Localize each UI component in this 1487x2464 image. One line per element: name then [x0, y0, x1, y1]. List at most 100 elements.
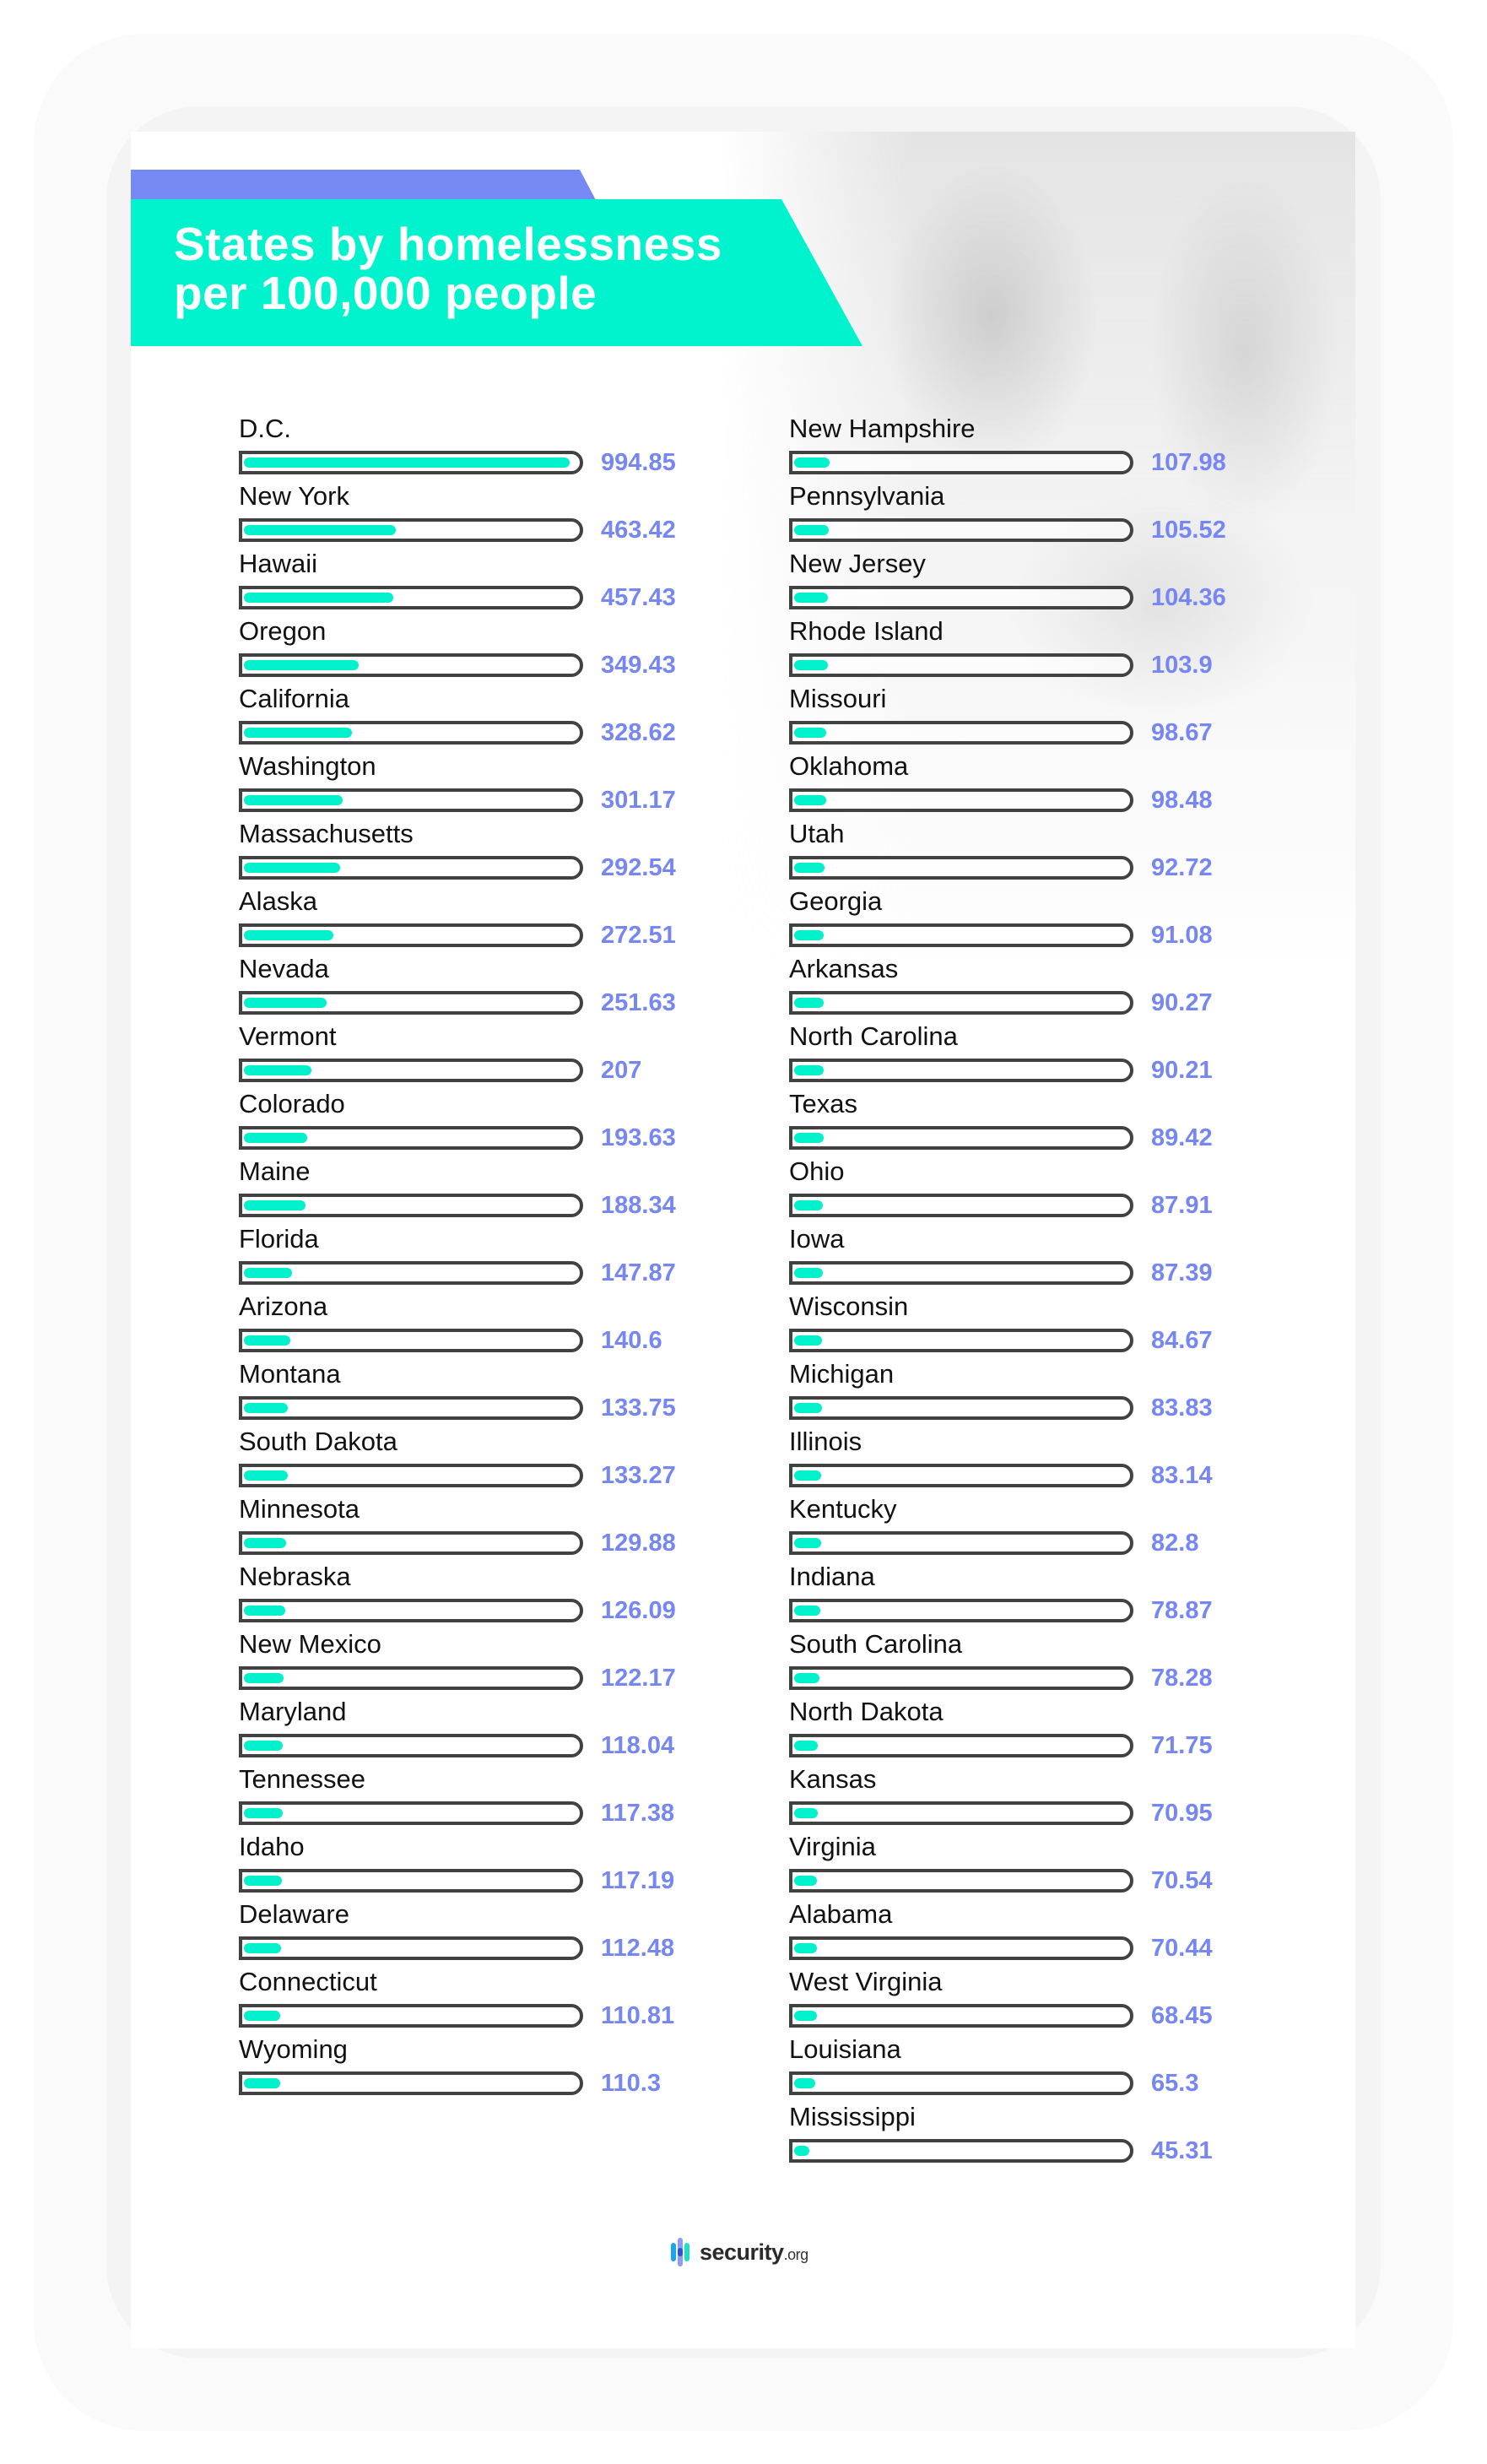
bar-row: Maryland 118.04	[239, 1697, 711, 1761]
bar-track	[239, 856, 583, 880]
bar-value-label: 92.72	[1151, 854, 1213, 881]
bar-track	[239, 1599, 583, 1622]
bar-value-label: 133.75	[601, 1394, 676, 1422]
bar-value-label: 89.42	[1151, 1124, 1213, 1151]
bar-fill	[794, 1943, 817, 1953]
bar-value-label: 71.75	[1151, 1732, 1213, 1759]
bar-value-label: 110.3	[601, 2070, 661, 2097]
bar-row: Vermont 207	[239, 1021, 711, 1086]
bar-row: North Dakota 71.75	[789, 1697, 1262, 1761]
bar-fill	[794, 660, 828, 670]
bar-row: South Carolina 78.28	[789, 1629, 1262, 1693]
bar-fill	[244, 1268, 292, 1278]
bar-row: Alaska 272.51	[239, 886, 711, 950]
bar-track	[239, 1329, 583, 1352]
bar-label: Pennsylvania	[789, 481, 945, 511]
bar-row: Tennessee 117.38	[239, 1764, 711, 1828]
bar-track	[239, 923, 583, 947]
bar-label: California	[239, 684, 349, 713]
bar-track	[239, 1464, 583, 1487]
bar-row: Alabama 70.44	[789, 1899, 1262, 1963]
bar-label: Kentucky	[789, 1494, 897, 1524]
accent-band	[131, 170, 596, 200]
bar-value-label: 117.38	[601, 1800, 675, 1827]
bar-track	[239, 653, 583, 677]
bar-value-label: 272.51	[601, 922, 676, 949]
bar-track	[789, 1329, 1133, 1352]
bar-label: Arkansas	[789, 954, 899, 983]
bar-label: Alaska	[239, 886, 318, 916]
bar-label: Utah	[789, 819, 845, 848]
bar-track	[789, 991, 1133, 1015]
bar-fill	[794, 1808, 818, 1818]
bar-row: Connecticut 110.81	[239, 1967, 711, 2031]
bar-fill	[244, 1403, 288, 1413]
bar-fill	[244, 930, 333, 940]
bar-fill	[794, 458, 830, 468]
bar-value-label: 188.34	[601, 1192, 676, 1219]
bar-fill	[794, 1606, 820, 1616]
bar-label: West Virginia	[789, 1967, 943, 1996]
bar-track	[239, 788, 583, 812]
bar-fill	[794, 1470, 821, 1481]
bar-row: Texas 89.42	[789, 1089, 1262, 1153]
bar-value-label: 45.31	[1151, 2137, 1213, 2164]
bar-track	[789, 1869, 1133, 1893]
bar-fill	[244, 1133, 307, 1143]
bar-fill	[244, 1335, 290, 1346]
bar-fill	[794, 593, 828, 603]
bar-label: Illinois	[789, 1427, 862, 1456]
bar-value-label: 117.19	[601, 1867, 675, 1894]
bar-label: Massachusetts	[239, 819, 414, 848]
bar-fill	[244, 525, 396, 535]
bar-row: Kentucky 82.8	[789, 1494, 1262, 1558]
bar-label: North Dakota	[789, 1697, 944, 1726]
bar-track	[789, 856, 1133, 880]
bar-value-label: 994.85	[601, 449, 676, 476]
bar-value-label: 463.42	[601, 517, 676, 544]
bar-fill	[794, 1403, 822, 1413]
bar-value-label: 110.81	[601, 2002, 675, 2029]
bar-value-label: 70.54	[1151, 1867, 1213, 1894]
bar-value-label: 87.91	[1151, 1192, 1213, 1219]
bar-row: Utah 92.72	[789, 819, 1262, 883]
bar-value-label: 126.09	[601, 1597, 676, 1624]
bar-row: Arkansas 90.27	[789, 954, 1262, 1018]
bar-fill	[794, 2146, 809, 2156]
bar-label: Iowa	[789, 1224, 845, 1254]
brand-suffix: .org	[783, 2245, 809, 2263]
bar-row: Arizona 140.6	[239, 1292, 711, 1356]
bar-value-label: 91.08	[1151, 922, 1213, 949]
bar-value-label: 90.27	[1151, 989, 1213, 1016]
bar-fill	[794, 1200, 823, 1210]
bar-label: New Hampshire	[789, 414, 976, 443]
bar-label: Louisiana	[789, 2034, 901, 2064]
bar-row: New Jersey 104.36	[789, 549, 1262, 613]
bar-label: Connecticut	[239, 1967, 377, 1996]
bar-value-label: 83.83	[1151, 1394, 1213, 1422]
bar-fill	[794, 1335, 822, 1346]
bar-fill	[244, 728, 352, 738]
brand-name-text: security	[700, 2239, 784, 2265]
bar-track	[239, 451, 583, 474]
bar-row: Idaho 117.19	[239, 1832, 711, 1896]
bar-track	[239, 518, 583, 542]
bar-row: Delaware 112.48	[239, 1899, 711, 1963]
bar-label: Wisconsin	[789, 1292, 909, 1321]
bar-label: Vermont	[239, 1021, 337, 1051]
bar-track	[789, 2071, 1133, 2095]
bar-value-label: 301.17	[601, 787, 676, 814]
bar-row: New Hampshire 107.98	[789, 414, 1262, 478]
bar-row: Oklahoma 98.48	[789, 751, 1262, 815]
bar-track	[789, 1396, 1133, 1420]
bar-label: Arizona	[239, 1292, 328, 1321]
bar-row: South Dakota 133.27	[239, 1427, 711, 1491]
bar-track	[239, 1531, 583, 1555]
bar-fill	[794, 930, 824, 940]
bar-label: Alabama	[789, 1899, 893, 1929]
bar-label: Maine	[239, 1156, 311, 1186]
bar-row: Nebraska 126.09	[239, 1562, 711, 1626]
bar-value-label: 104.36	[1151, 584, 1226, 611]
bar-label: Montana	[239, 1359, 341, 1389]
bar-track	[239, 721, 583, 745]
